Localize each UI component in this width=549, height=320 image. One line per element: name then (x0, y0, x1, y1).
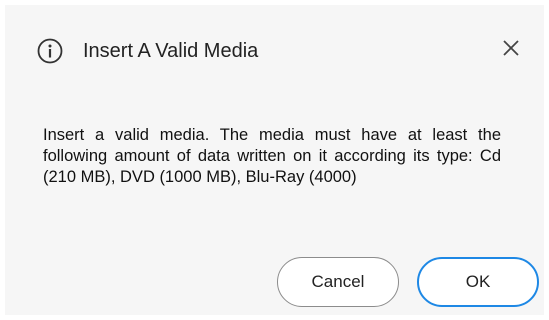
dialog-message: Insert a valid media. The media must hav… (43, 126, 501, 186)
cancel-button[interactable]: Cancel (277, 257, 399, 307)
info-icon (37, 38, 63, 64)
dialog-titlebar: Insert A Valid Media (5, 5, 544, 95)
close-icon[interactable] (500, 37, 522, 59)
dialog-title: Insert A Valid Media (83, 40, 259, 62)
insert-media-dialog: Insert A Valid Media Insert a valid medi… (5, 5, 544, 315)
ok-button[interactable]: OK (417, 257, 539, 307)
